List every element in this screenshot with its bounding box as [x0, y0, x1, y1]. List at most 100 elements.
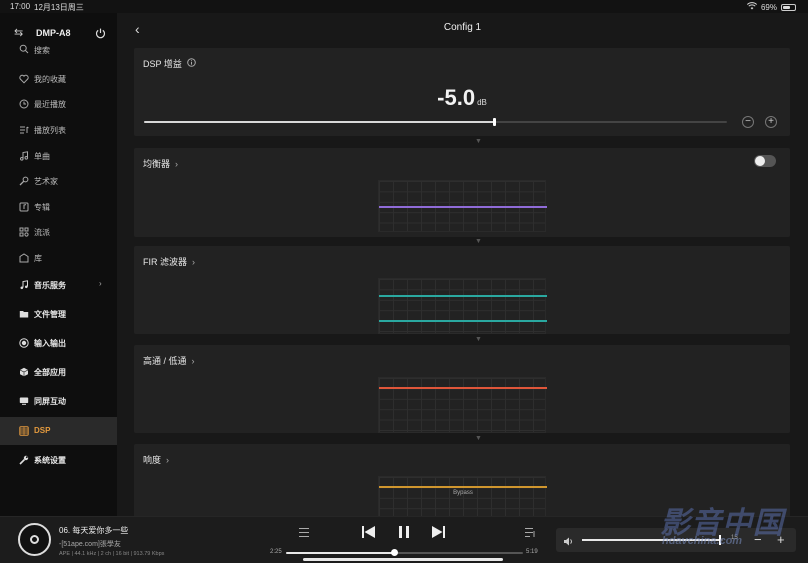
- track-artist: -[51ape.com]張學友: [59, 541, 121, 548]
- switch-device-icon[interactable]: ⇆: [14, 26, 23, 39]
- screen-mirror-icon: [18, 395, 29, 406]
- battery-percent: 69%: [760, 2, 777, 12]
- sidebar-item-genres[interactable]: 流派: [0, 219, 117, 245]
- fir-filter-graph: [378, 278, 547, 334]
- sidebar-item-music-services[interactable]: 音乐服务 ›: [0, 272, 117, 298]
- disc-center: [30, 535, 39, 544]
- dsp-gain-panel: DSP 增益 -5.0 dB − +: [134, 48, 790, 136]
- equalizer-toggle[interactable]: [754, 155, 776, 167]
- sidebar-item-dsp[interactable]: DSP: [0, 417, 117, 445]
- fir-filter-title[interactable]: FIR 滤波器 ›: [143, 255, 195, 268]
- battery-icon: [781, 3, 796, 11]
- page-title: Config 1: [443, 22, 482, 33]
- sidebar: ⇆ DMP-A8 搜索 我的收藏 最近播放 播放列表 单曲 艺术家 专辑 流派 …: [0, 13, 117, 516]
- fir-curve-left: [379, 295, 547, 297]
- equalizer-title[interactable]: 均衡器 ›: [143, 157, 178, 170]
- search-icon: [18, 43, 29, 54]
- sidebar-item-all-apps[interactable]: 全部应用: [0, 359, 117, 385]
- sidebar-item-library[interactable]: 库: [0, 245, 117, 271]
- home-indicator: [303, 558, 503, 561]
- watermark-url: hdavchina.com: [662, 535, 743, 547]
- device-name: DMP-A8: [36, 28, 71, 38]
- sidebar-item-artists[interactable]: 艺术家: [0, 168, 117, 194]
- previous-track-icon[interactable]: [362, 525, 375, 539]
- sidebar-item-input-output[interactable]: 输入输出: [0, 330, 117, 356]
- gain-value-display: -5.0 dB: [134, 85, 790, 111]
- progress-bar[interactable]: [286, 549, 523, 556]
- status-right: 69%: [746, 2, 796, 12]
- io-icon: [18, 337, 29, 348]
- playlist-icon: [18, 124, 29, 135]
- status-bar: 17:00 12月13日周三 69%: [0, 0, 808, 13]
- album-icon: [18, 201, 29, 212]
- speaker-icon: [563, 534, 574, 552]
- total-time: 5:19: [526, 549, 538, 555]
- chain-arrow-icon: ▼: [475, 435, 482, 442]
- gain-value: -5.0: [437, 85, 476, 110]
- loudness-curve: [379, 486, 547, 488]
- top-bar: ‹ Config 1: [117, 13, 808, 43]
- genre-icon: [18, 226, 29, 237]
- watermark-logo: 影音中国 hdavchina.com: [648, 498, 798, 558]
- music-note-icon: [18, 150, 29, 161]
- status-time: 17:00: [10, 2, 31, 11]
- progress-thumb[interactable]: [390, 549, 398, 556]
- album-art[interactable]: [18, 523, 51, 556]
- track-title: 06. 每天爱你多一些: [59, 526, 129, 535]
- dsp-icon: [18, 425, 29, 436]
- info-icon[interactable]: [187, 58, 196, 69]
- gain-slider-fill: [144, 121, 494, 123]
- apps-icon: [18, 366, 29, 377]
- loudness-graph: Bypass: [378, 476, 547, 516]
- gain-slider[interactable]: [144, 118, 727, 126]
- sidebar-item-search[interactable]: 搜索: [0, 41, 117, 61]
- chevron-right-icon: ›: [175, 158, 179, 169]
- sidebar-item-playlists[interactable]: 播放列表: [0, 117, 117, 143]
- highpass-lowpass-title[interactable]: 高通 / 低通 ›: [143, 354, 195, 367]
- sidebar-item-favorites[interactable]: 我的收藏: [0, 66, 117, 92]
- chevron-right-icon: ›: [166, 454, 170, 465]
- highpass-lowpass-graph: [378, 377, 547, 433]
- equalizer-panel[interactable]: 均衡器 ›: [134, 148, 790, 237]
- dsp-gain-title: DSP 增益: [143, 57, 196, 70]
- clock-icon: [18, 98, 29, 109]
- chevron-right-icon: ›: [191, 355, 195, 366]
- sidebar-item-recent[interactable]: 最近播放: [0, 91, 117, 117]
- main-content: ‹ Config 1 DSP 增益 -5.0dB − + ▼ 均衡器 › ▼: [117, 13, 808, 516]
- highpass-lowpass-panel[interactable]: 高通 / 低通 ›: [134, 345, 790, 433]
- progress-fill: [286, 552, 394, 554]
- fir-curve-right: [379, 320, 547, 322]
- elapsed-time: 2:25: [270, 549, 282, 555]
- next-track-icon[interactable]: [432, 525, 445, 539]
- sidebar-item-file-manager[interactable]: 文件管理: [0, 301, 117, 327]
- queue-icon[interactable]: [298, 527, 310, 538]
- equalizer-graph: [378, 180, 547, 232]
- gain-decrease-button[interactable]: −: [742, 116, 754, 128]
- wrench-icon: [18, 454, 29, 465]
- chevron-right-icon: ›: [99, 279, 102, 288]
- chain-arrow-icon: ▼: [475, 138, 482, 145]
- sidebar-item-songs[interactable]: 单曲: [0, 143, 117, 169]
- pause-icon[interactable]: [398, 525, 410, 539]
- loudness-title[interactable]: 响度 ›: [143, 453, 169, 466]
- wifi-icon: [746, 2, 758, 12]
- power-icon[interactable]: [95, 26, 106, 39]
- status-date: 12月13日周三: [34, 3, 84, 12]
- gain-increase-button[interactable]: +: [765, 116, 777, 128]
- highpass-lowpass-curve: [379, 387, 547, 389]
- chevron-right-icon: ›: [192, 256, 195, 267]
- chain-arrow-icon: ▼: [475, 238, 482, 245]
- music-service-icon: [18, 279, 29, 290]
- chain-arrow-icon: ▼: [475, 336, 482, 343]
- playlist-queue-icon[interactable]: [524, 527, 536, 538]
- library-icon: [18, 252, 29, 263]
- microphone-icon: [18, 175, 29, 186]
- bypass-label: Bypass: [453, 490, 473, 496]
- toggle-knob: [755, 156, 765, 166]
- heart-icon: [18, 73, 29, 84]
- sidebar-item-settings[interactable]: 系统设置: [0, 447, 117, 473]
- gain-slider-thumb[interactable]: [492, 118, 496, 126]
- sidebar-item-albums[interactable]: 专辑: [0, 194, 117, 220]
- sidebar-item-screen-share[interactable]: 同屏互动: [0, 388, 117, 414]
- fir-filter-panel[interactable]: FIR 滤波器 ›: [134, 246, 790, 334]
